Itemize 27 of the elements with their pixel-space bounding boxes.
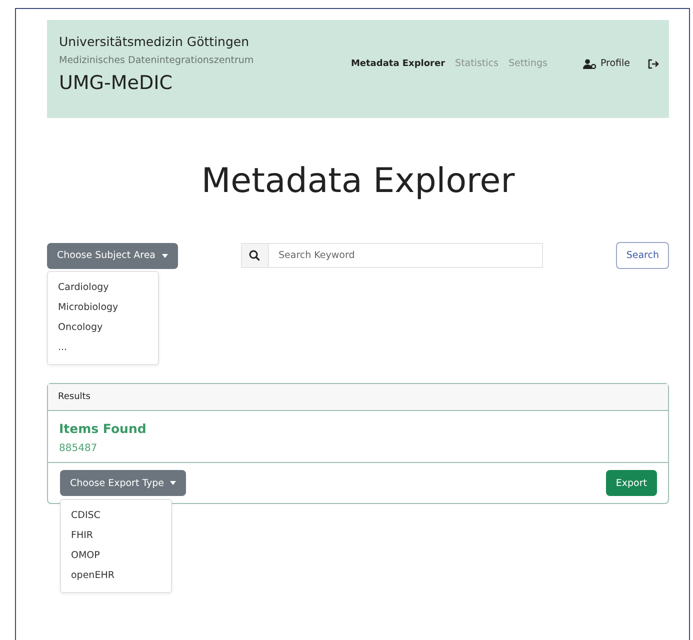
dropdown-item[interactable]: Oncology	[48, 318, 158, 338]
search-field[interactable]: Search Keyword	[268, 243, 542, 268]
user-icon[interactable]	[583, 58, 596, 68]
dropdown-item[interactable]: openEHR	[61, 566, 171, 586]
card-header: Results	[48, 384, 668, 411]
export-type-dropdown[interactable]: Choose Export Type	[60, 470, 186, 496]
logout-icon[interactable]	[648, 58, 659, 68]
dropdown-item[interactable]: OMOP	[61, 546, 171, 566]
search-button[interactable]: Search	[616, 242, 669, 269]
dropdown-item[interactable]: CDISC	[61, 506, 171, 526]
export-button[interactable]: Export	[606, 470, 657, 496]
nav-link[interactable]: Metadata Explorer	[350, 58, 446, 68]
caret-icon	[170, 481, 176, 485]
items-count: 885487	[59, 443, 98, 454]
items-found-heading: Items Found	[59, 421, 148, 436]
caret-icon	[162, 254, 168, 258]
search-icon	[249, 250, 260, 261]
organization-name: Universitätsmedizin Göttingen	[59, 34, 250, 49]
subject-dropdown[interactable]: Choose Subject Area	[47, 242, 178, 268]
page-title: Metadata Explorer	[200, 160, 516, 203]
subtitle: Medizinisches Datenintegrationszentrum	[59, 55, 255, 66]
dropdown-item[interactable]: ...	[48, 338, 158, 358]
dropdown-item[interactable]: FHIR	[61, 526, 171, 546]
brand-name[interactable]: UMG-MeDIC	[59, 72, 351, 94]
dropdown-item[interactable]: Cardiology	[48, 278, 158, 298]
profile-link[interactable]: Profile	[600, 58, 630, 69]
dropdown-item[interactable]: Microbiology	[48, 298, 158, 318]
